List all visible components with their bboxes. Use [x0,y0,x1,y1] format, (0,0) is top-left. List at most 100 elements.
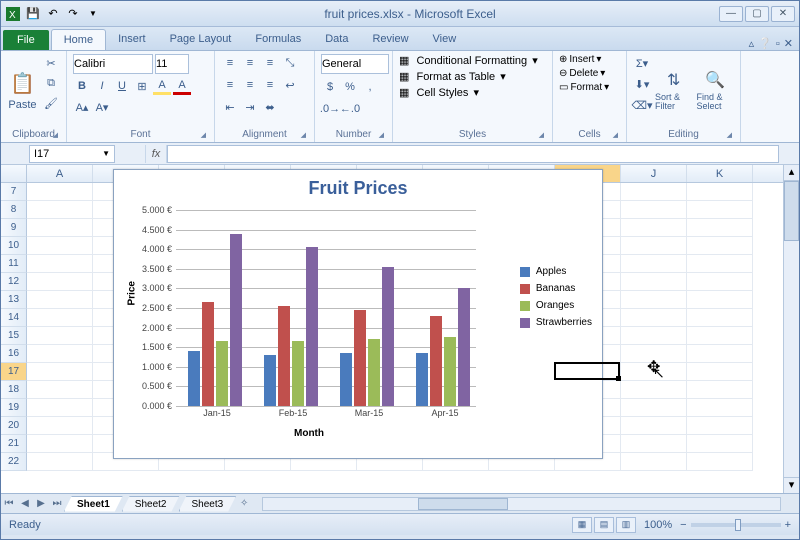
italic-button[interactable]: I [93,77,111,95]
zoom-level[interactable]: 100% [644,519,672,531]
row-header[interactable]: 17 [1,363,27,381]
sheet-tab[interactable]: Sheet1 [64,496,123,512]
cell[interactable] [621,255,687,273]
zoom-in-icon[interactable]: + [785,519,791,531]
row-header[interactable]: 22 [1,453,27,471]
tab-home[interactable]: Home [51,29,106,50]
tab-page-layout[interactable]: Page Layout [158,29,244,50]
prev-sheet-icon[interactable]: ◀ [17,498,33,509]
file-tab[interactable]: File [3,30,49,50]
shrink-font-icon[interactable]: A▾ [93,98,111,116]
cell[interactable] [621,327,687,345]
tab-insert[interactable]: Insert [106,29,158,50]
cell[interactable] [27,435,93,453]
cell[interactable] [687,309,753,327]
cell[interactable] [621,453,687,471]
insert-cells-button[interactable]: ⊕ Insert ▾ [559,54,620,65]
zoom-out-icon[interactable]: − [680,519,686,531]
cell[interactable] [687,363,753,381]
cell[interactable] [27,183,93,201]
cell[interactable] [687,345,753,363]
qat-dropdown-icon[interactable]: ▼ [85,6,101,22]
row-header[interactable]: 19 [1,399,27,417]
font-size-combo[interactable] [155,54,189,74]
row-header[interactable]: 14 [1,309,27,327]
cell[interactable] [687,417,753,435]
cell[interactable] [687,219,753,237]
fx-icon[interactable]: fx [145,145,167,163]
cell[interactable] [621,219,687,237]
tab-view[interactable]: View [421,29,469,50]
cell[interactable] [27,201,93,219]
align-center-icon[interactable]: ≡ [241,76,259,94]
cell[interactable] [27,381,93,399]
name-box[interactable]: I17▼ [29,145,115,163]
row-header[interactable]: 16 [1,345,27,363]
bold-button[interactable]: B [73,77,91,95]
last-sheet-icon[interactable]: ⏭ [49,498,65,509]
cell[interactable] [621,399,687,417]
find-select-button[interactable]: 🔍 Find & Select [697,54,735,127]
redo-icon[interactable]: ↷ [65,6,81,22]
grow-font-icon[interactable]: A▴ [73,98,91,116]
row-header[interactable]: 18 [1,381,27,399]
decrease-indent-icon[interactable]: ⇤ [221,98,239,116]
orientation-icon[interactable]: ⤡ [281,54,299,72]
paste-button[interactable]: 📋 Paste [7,54,38,127]
cell[interactable] [687,183,753,201]
tab-formulas[interactable]: Formulas [243,29,313,50]
close-button[interactable]: ✕ [771,6,795,22]
align-left-icon[interactable]: ≡ [221,76,239,94]
cell[interactable] [27,255,93,273]
align-top-icon[interactable]: ≡ [221,54,239,72]
cut-icon[interactable]: ✂ [42,54,60,72]
horizontal-scrollbar[interactable] [262,497,781,511]
increase-decimal-icon[interactable]: .0→ [321,100,339,118]
comma-icon[interactable]: , [361,78,379,96]
col-header[interactable]: K [687,165,753,182]
cell[interactable] [621,291,687,309]
help-icon[interactable]: ❔ [758,37,772,50]
font-name-combo[interactable] [73,54,153,74]
cell-styles-button[interactable]: ▦ Cell Styles ▾ [399,86,546,99]
underline-button[interactable]: U [113,77,131,95]
cell[interactable] [27,309,93,327]
cell[interactable] [687,237,753,255]
cell[interactable] [687,273,753,291]
zoom-slider[interactable] [691,523,781,527]
window-close-icon[interactable]: ✕ [784,37,793,50]
cell[interactable] [27,273,93,291]
window-restore-icon[interactable]: ▫ [776,38,780,50]
cell[interactable] [687,399,753,417]
cell[interactable] [621,345,687,363]
row-header[interactable]: 9 [1,219,27,237]
formula-input[interactable] [167,145,779,163]
sort-filter-button[interactable]: ⇅ Sort & Filter [655,54,693,127]
fill-icon[interactable]: ⬇▾ [633,75,651,93]
next-sheet-icon[interactable]: ▶ [33,498,49,509]
sheet-tab[interactable]: Sheet2 [122,496,180,512]
cell[interactable] [621,237,687,255]
cell[interactable] [687,291,753,309]
row-header[interactable]: 12 [1,273,27,291]
format-cells-button[interactable]: ▭ Format ▾ [559,82,620,93]
page-layout-view-icon[interactable]: ▤ [594,517,614,533]
cell[interactable] [27,237,93,255]
cell[interactable] [621,363,687,381]
restore-button[interactable]: ▢ [745,6,769,22]
row-header[interactable]: 7 [1,183,27,201]
cell[interactable] [27,363,93,381]
cell[interactable] [621,309,687,327]
row-header[interactable]: 20 [1,417,27,435]
cell[interactable] [27,417,93,435]
font-color-button[interactable]: A [173,77,191,95]
border-button[interactable]: ⊞ [133,77,151,95]
cell[interactable] [621,381,687,399]
copy-icon[interactable]: ⧉ [42,74,60,92]
autosum-icon[interactable]: Σ▾ [633,54,651,72]
first-sheet-icon[interactable]: ⏮ [1,498,17,509]
normal-view-icon[interactable]: ▦ [572,517,592,533]
undo-icon[interactable]: ↶ [45,6,61,22]
select-all-corner[interactable] [1,165,27,182]
worksheet-grid[interactable]: ABCDEFGHIJK 7891011121314151617181920212… [1,165,799,493]
